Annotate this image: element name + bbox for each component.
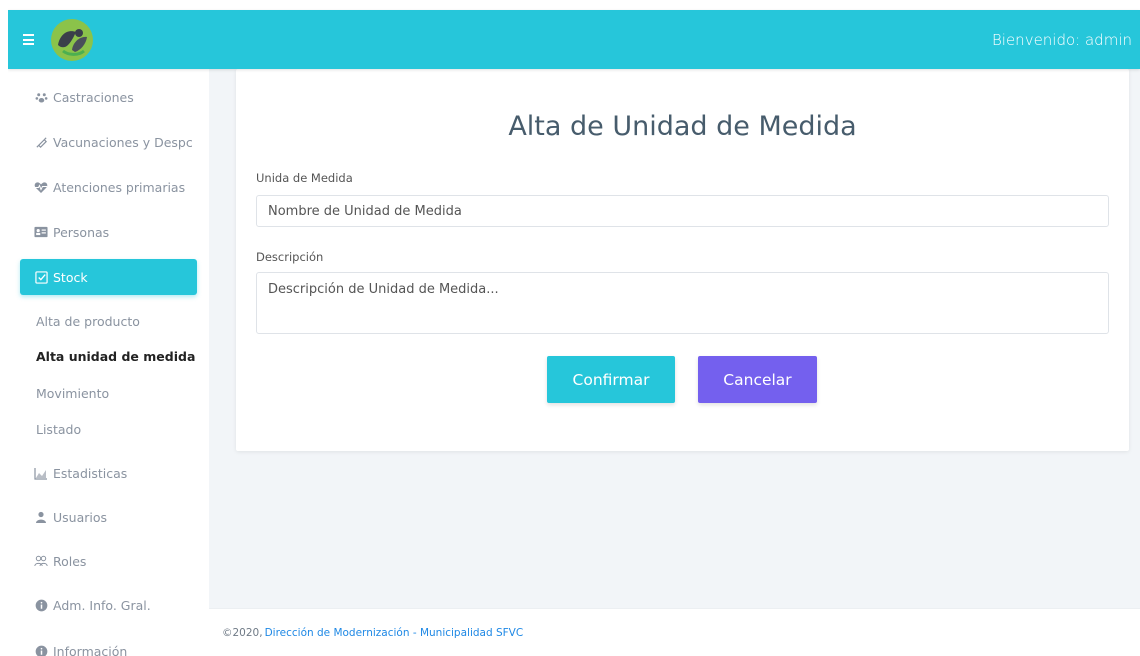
- sidebar-item-label: Vacunaciones y Despc: [53, 134, 193, 150]
- sidebar-item-label: Atenciones primarias: [53, 179, 186, 195]
- sidebar-item-stock[interactable]: Stock: [20, 259, 197, 295]
- users-icon: [34, 554, 48, 568]
- cancel-button[interactable]: Cancelar: [698, 356, 817, 403]
- paw-icon: [34, 90, 48, 104]
- id-card-icon: [34, 225, 48, 239]
- sidebar-item-atenciones[interactable]: Atenciones primarias: [20, 170, 197, 204]
- sidebar-item-informacion[interactable]: Información: [20, 634, 197, 656]
- sidebar-item-roles[interactable]: Roles: [20, 544, 197, 578]
- left-strip: [0, 0, 8, 656]
- chart-icon: [34, 466, 48, 480]
- footer: ©2020, Dirección de Modernización - Muni…: [209, 608, 1140, 656]
- unit-label: Unida de Medida: [256, 171, 353, 185]
- sidebar-item-label: Personas: [53, 224, 110, 240]
- sidebar-item-label: Usuarios: [53, 509, 108, 525]
- heartbeat-icon: [34, 180, 48, 194]
- sidebar-item-label: Castraciones: [53, 89, 134, 105]
- sidebar-item-label: Roles: [53, 553, 87, 569]
- footer-link[interactable]: Dirección de Modernización - Municipalid…: [265, 627, 524, 639]
- top-strip: [0, 0, 1140, 10]
- info-icon: [34, 644, 48, 656]
- info-icon: [34, 598, 48, 612]
- submenu-listado[interactable]: Listado: [36, 422, 81, 437]
- logo-icon[interactable]: [46, 14, 98, 66]
- sidebar-item-castraciones[interactable]: Castraciones: [20, 80, 197, 114]
- unit-name-input[interactable]: [256, 195, 1109, 227]
- sidebar-item-label: Información: [53, 643, 128, 656]
- sidebar: Castraciones Vacunaciones y Despc Atenci…: [8, 69, 209, 656]
- syringe-icon: [34, 135, 48, 149]
- submenu-alta-producto[interactable]: Alta de producto: [36, 314, 140, 329]
- checkbox-icon: [34, 270, 48, 284]
- confirm-button[interactable]: Confirmar: [547, 356, 675, 403]
- footer-copyright: ©2020,: [222, 626, 263, 639]
- submenu-movimiento[interactable]: Movimiento: [36, 386, 109, 401]
- description-textarea[interactable]: [256, 272, 1109, 334]
- sidebar-item-adm-info[interactable]: Adm. Info. Gral.: [20, 588, 197, 622]
- user-icon: [34, 510, 48, 524]
- sidebar-item-estadisticas[interactable]: Estadisticas: [20, 456, 197, 490]
- sidebar-item-vacunaciones[interactable]: Vacunaciones y Despc: [20, 125, 197, 159]
- sidebar-item-label: Stock: [53, 269, 88, 285]
- form-card: Alta de Unidad de Medida Unida de Medida…: [236, 69, 1129, 451]
- menu-toggle-icon[interactable]: [16, 28, 40, 52]
- top-navbar: Bienvenido: admin: [8, 10, 1140, 69]
- welcome-text: Bienvenido: admin: [991, 30, 1132, 49]
- submenu-alta-unidad-medida[interactable]: Alta unidad de medida: [36, 349, 195, 364]
- sidebar-item-label: Adm. Info. Gral.: [53, 597, 151, 613]
- sidebar-item-personas[interactable]: Personas: [20, 215, 197, 249]
- sidebar-item-label: Estadisticas: [53, 465, 128, 481]
- description-label: Descripción: [256, 250, 324, 264]
- page-title: Alta de Unidad de Medida: [508, 111, 857, 142]
- sidebar-item-usuarios[interactable]: Usuarios: [20, 500, 197, 534]
